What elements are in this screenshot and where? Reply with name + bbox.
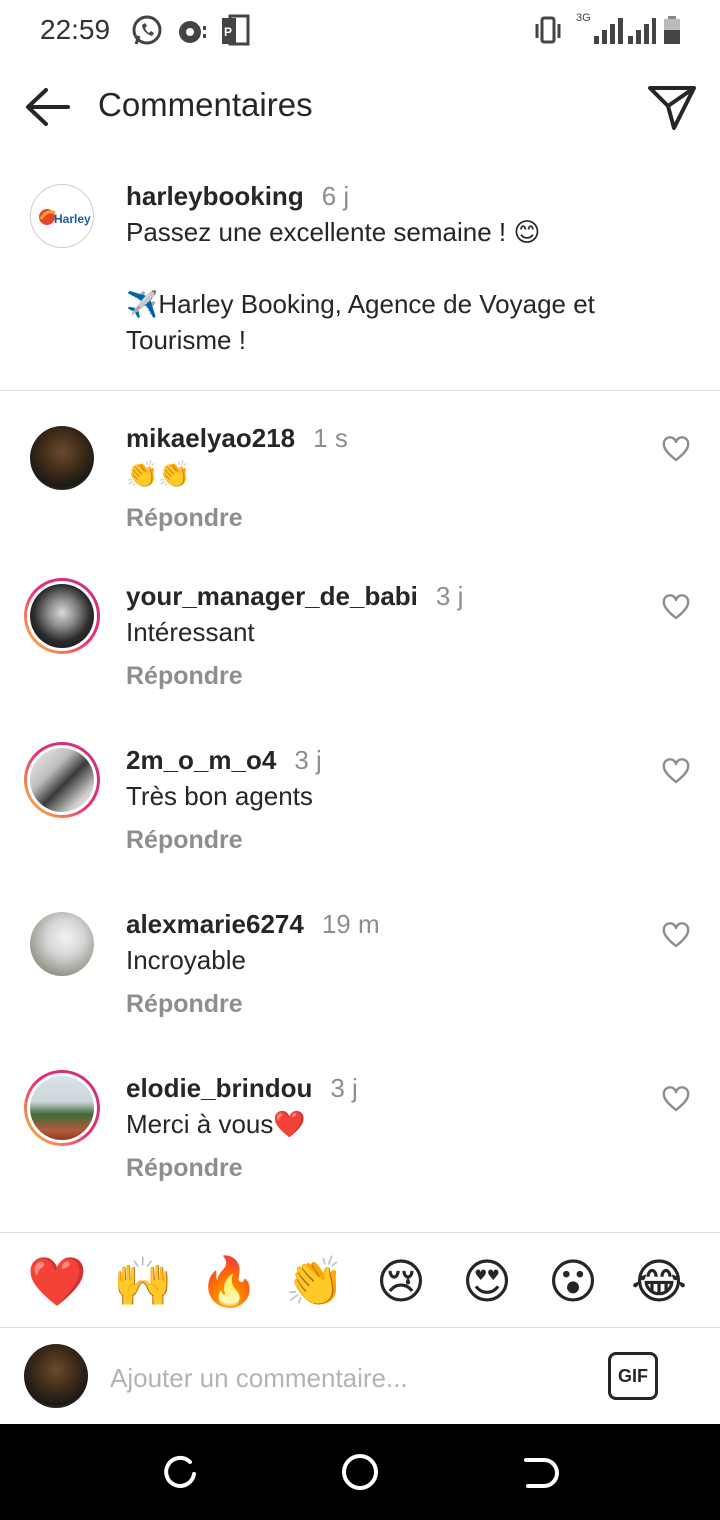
heart-icon xyxy=(662,436,690,462)
emoji-heart-button[interactable]: ❤️ xyxy=(27,1253,87,1313)
emoji-fire-button[interactable]: 🔥 xyxy=(199,1253,259,1313)
comment-composer: GIF xyxy=(0,1328,720,1424)
emoji-clap-button[interactable]: 👏 xyxy=(285,1253,345,1313)
comment-time: 19 m xyxy=(321,909,380,939)
comment-item: elodie_brindou 3 j Merci à vous❤️ Répondr… xyxy=(0,1070,720,1220)
comment-text: Intéressant xyxy=(126,617,255,647)
post-caption: Harley harleybooking 6 j Passez une excel… xyxy=(0,178,720,390)
heart-icon xyxy=(662,1086,690,1112)
reply-button[interactable]: Répondre xyxy=(126,824,243,856)
avatar[interactable]: Harley xyxy=(30,184,94,248)
back-nav-icon xyxy=(524,1458,559,1488)
home-icon xyxy=(342,1454,378,1490)
comment-time: 3 j xyxy=(435,581,464,611)
comment-avatar[interactable] xyxy=(24,578,100,654)
battery-icon xyxy=(662,14,682,51)
emoji-reaction-bar: ❤️ 🙌 🔥 👏 😢 😍 😮 😂 xyxy=(0,1232,720,1328)
emoji-raising-hands-button[interactable]: 🙌 xyxy=(113,1253,173,1313)
comment-text: 👏👏 xyxy=(126,459,191,489)
avatar xyxy=(24,1344,88,1408)
page-title: Commentaires xyxy=(98,86,313,123)
comment-username[interactable]: alexmarie6274 xyxy=(126,909,304,939)
like-button[interactable] xyxy=(662,594,690,622)
status-bar: 22:59 P 3G xyxy=(0,0,720,62)
comment-avatar[interactable] xyxy=(24,1070,100,1146)
arrow-left-icon xyxy=(26,88,70,126)
comment-username[interactable]: 2m_o_m_o4 xyxy=(126,745,276,775)
back-nav-button[interactable] xyxy=(520,1452,560,1492)
comment-text: Très bon agents xyxy=(126,781,313,811)
harley-logo-text: Harley xyxy=(54,212,91,226)
comment-avatar[interactable] xyxy=(24,742,100,818)
comment-avatar[interactable] xyxy=(24,420,100,496)
comment-item: alexmarie6274 19 m Incroyable Répondre xyxy=(0,906,720,1056)
comment-item: mikaelyao218 1 s 👏👏 Répondre xyxy=(0,420,720,570)
back-button[interactable] xyxy=(22,82,74,132)
comment-input[interactable] xyxy=(110,1358,580,1398)
heart-icon xyxy=(662,758,690,784)
comment-username[interactable]: mikaelyao218 xyxy=(126,423,295,453)
comment-time: 1 s xyxy=(313,423,348,453)
comment-avatar[interactable] xyxy=(24,906,100,982)
signal-icon xyxy=(626,14,656,51)
signal-3g-icon xyxy=(590,14,624,51)
send-button[interactable] xyxy=(644,80,700,134)
like-button[interactable] xyxy=(662,1086,690,1114)
comment-item: your_manager_de_babi 3 j Intéressant Répo… xyxy=(0,578,720,728)
reply-button[interactable]: Répondre xyxy=(126,1152,243,1184)
system-nav-bar xyxy=(0,1424,720,1520)
gif-button[interactable]: GIF xyxy=(608,1352,658,1400)
network-label: 3G xyxy=(576,12,591,24)
recent-apps-button[interactable] xyxy=(160,1452,200,1492)
recent-apps-icon xyxy=(164,1455,196,1488)
header: Commentaires xyxy=(0,62,720,154)
reply-button[interactable]: Répondre xyxy=(126,660,243,692)
heart-icon xyxy=(662,922,690,948)
divider xyxy=(0,390,720,391)
caption-time: 6 j xyxy=(321,181,350,211)
comment-item: 2m_o_m_o4 3 j Très bon agents Répondre xyxy=(0,742,720,892)
comment-text: Incroyable xyxy=(126,945,246,975)
reply-button[interactable]: Répondre xyxy=(126,988,243,1020)
reply-button[interactable]: Répondre xyxy=(126,502,243,534)
comment-username[interactable]: elodie_brindou xyxy=(126,1073,312,1103)
comment-time: 3 j xyxy=(294,745,322,775)
caption-username[interactable]: harleybooking xyxy=(126,181,304,211)
like-button[interactable] xyxy=(662,922,690,950)
media-icon xyxy=(176,14,210,53)
vibrate-icon xyxy=(534,14,562,53)
comment-text: Merci à vous❤️ xyxy=(126,1109,306,1139)
comment-time: 3 j xyxy=(330,1073,358,1103)
comment-username[interactable]: your_manager_de_babi xyxy=(126,581,418,611)
like-button[interactable] xyxy=(662,758,690,786)
emoji-heart-eyes-button[interactable]: 😍 xyxy=(457,1253,517,1313)
emoji-sad-button[interactable]: 😢 xyxy=(371,1253,431,1313)
svg-text:P: P xyxy=(224,25,232,39)
send-icon xyxy=(648,86,696,130)
like-button[interactable] xyxy=(662,436,690,464)
emoji-laughing-button[interactable]: 😂 xyxy=(629,1253,689,1313)
caption-text: Passez une excellente semaine ! 😊 ✈️Harl… xyxy=(126,217,595,355)
whatsapp-icon xyxy=(130,14,164,53)
home-button[interactable] xyxy=(340,1452,380,1492)
emoji-surprised-button[interactable]: 😮 xyxy=(543,1253,603,1313)
heart-icon xyxy=(662,594,690,620)
pdf-icon: P xyxy=(220,14,250,53)
status-time: 22:59 xyxy=(40,14,111,45)
